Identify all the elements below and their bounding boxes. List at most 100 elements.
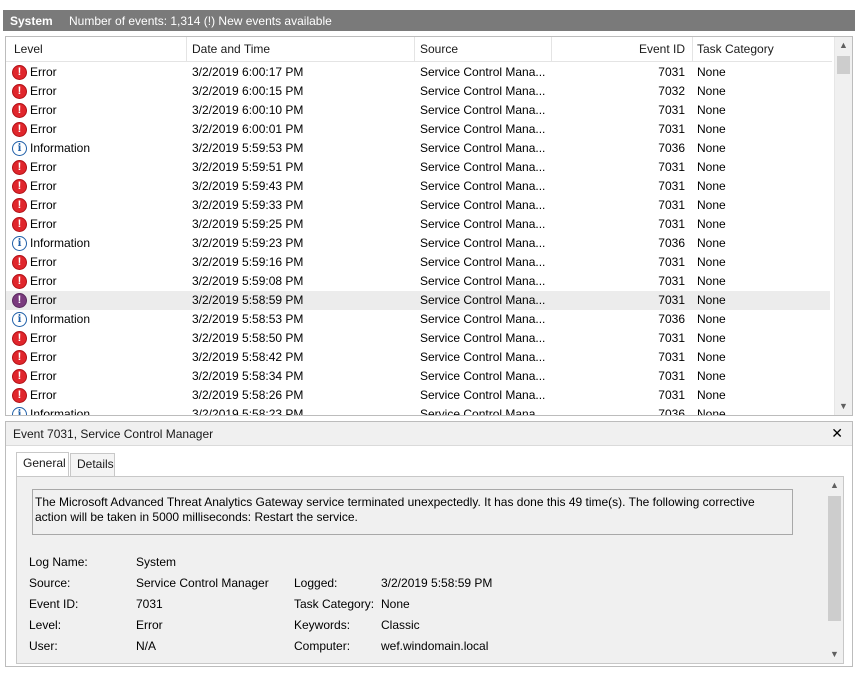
- user-label: User:: [29, 639, 58, 653]
- event-detail-header: Event 7031, Service Control Manager ✕: [6, 422, 852, 446]
- log-title: System: [10, 13, 53, 28]
- event-level-text: Error: [30, 84, 57, 98]
- event-row[interactable]: ! Error 3/2/2019 5:58:50 PM Service Control…: [6, 329, 830, 348]
- scrollbar-thumb[interactable]: [828, 496, 841, 621]
- column-header-level[interactable]: Level: [14, 37, 43, 62]
- event-level-text: Error: [30, 198, 57, 212]
- event-date-cell: 3/2/2019 5:59:33 PM: [192, 198, 304, 212]
- scroll-down-arrow-icon[interactable]: ▼: [835, 398, 852, 415]
- event-date-cell: 3/2/2019 5:58:50 PM: [192, 331, 304, 345]
- event-source-cell: Service Control Mana...: [420, 350, 546, 364]
- event-task-cell: None: [697, 65, 726, 79]
- scroll-up-arrow-icon[interactable]: ▲: [835, 37, 852, 54]
- column-header-event-id[interactable]: Event ID: [606, 37, 685, 62]
- event-row[interactable]: ! Error 3/2/2019 5:58:42 PM Service Control…: [6, 348, 830, 367]
- event-row[interactable]: ! Error 3/2/2019 6:00:15 PM Service Control…: [6, 82, 830, 101]
- event-row[interactable]: ! Error 3/2/2019 5:59:33 PM Service Control…: [6, 196, 830, 215]
- event-date-cell: 3/2/2019 6:00:17 PM: [192, 65, 304, 79]
- event-level-cell: ! Error: [12, 272, 182, 291]
- event-level-text: Error: [30, 255, 57, 269]
- column-header-source[interactable]: Source: [420, 37, 458, 62]
- keywords-label: Keywords:: [294, 618, 351, 632]
- event-row[interactable]: ! Error 3/2/2019 6:00:01 PM Service Control…: [6, 120, 830, 139]
- detail-scrollbar[interactable]: ▲ ▼: [826, 477, 843, 663]
- event-date-cell: 3/2/2019 5:59:53 PM: [192, 141, 304, 155]
- event-level-text: Error: [30, 103, 57, 117]
- scrollbar-thumb[interactable]: [837, 56, 850, 74]
- event-list-scrollbar[interactable]: ▲ ▼: [834, 37, 852, 415]
- column-divider[interactable]: [692, 37, 693, 62]
- error-circle-icon: !: [12, 65, 27, 80]
- event-row[interactable]: i Information 3/2/2019 5:58:53 PM Service C…: [6, 310, 830, 329]
- event-task-cell: None: [697, 84, 726, 98]
- event-level-text: Error: [30, 369, 57, 383]
- source-label: Source:: [29, 576, 71, 590]
- event-row[interactable]: ! Error 3/2/2019 5:59:16 PM Service Control…: [6, 253, 830, 272]
- column-divider[interactable]: [551, 37, 552, 62]
- log-header-bar: System Number of events: 1,314 (!) New e…: [3, 10, 855, 31]
- scroll-down-arrow-icon[interactable]: ▼: [826, 646, 843, 663]
- event-source-cell: Service Control Mana...: [420, 255, 546, 269]
- close-icon[interactable]: ✕: [831, 425, 843, 441]
- event-level-cell: ! Error: [12, 329, 182, 348]
- keywords-value: Classic: [381, 618, 420, 632]
- event-source-cell: Service Control Mana...: [420, 388, 546, 402]
- event-row[interactable]: ! Error 3/2/2019 5:59:25 PM Service Control…: [6, 215, 830, 234]
- event-row[interactable]: ! Error 3/2/2019 5:58:34 PM Service Control…: [6, 367, 830, 386]
- event-id-cell: 7031: [658, 160, 685, 174]
- event-list[interactable]: Level Date and Time Source Event ID Task…: [5, 36, 853, 416]
- event-level-text: Error: [30, 217, 57, 231]
- event-source-cell: Service Control Mana...: [420, 407, 546, 416]
- event-level-cell: ! Error: [12, 63, 182, 82]
- event-level-cell: ! Error: [12, 82, 182, 101]
- event-row[interactable]: ! Error 3/2/2019 6:00:17 PM Service Control…: [6, 63, 830, 82]
- event-row[interactable]: i Information 3/2/2019 5:59:53 PM Service C…: [6, 139, 830, 158]
- event-source-cell: Service Control Mana...: [420, 65, 546, 79]
- event-level-cell: ! Error: [12, 101, 182, 120]
- event-row[interactable]: i Information 3/2/2019 5:59:23 PM Service C…: [6, 234, 830, 253]
- event-date-cell: 3/2/2019 5:58:23 PM: [192, 407, 304, 416]
- level-label: Level:: [29, 618, 62, 632]
- event-task-cell: None: [697, 407, 726, 416]
- scroll-up-arrow-icon[interactable]: ▲: [826, 477, 843, 494]
- log-name-label: Log Name:: [29, 555, 88, 569]
- event-row[interactable]: ! Error 3/2/2019 5:59:43 PM Service Control…: [6, 177, 830, 196]
- info-circle-icon: i: [12, 236, 27, 251]
- event-row[interactable]: i Information 3/2/2019 5:58:23 PM Service C…: [6, 405, 830, 416]
- column-divider[interactable]: [414, 37, 415, 62]
- column-divider[interactable]: [186, 37, 187, 62]
- event-date-cell: 3/2/2019 6:00:15 PM: [192, 84, 304, 98]
- event-level-cell: ! Error: [12, 120, 182, 139]
- tab-details[interactable]: Details: [70, 453, 115, 476]
- error-circle-icon: !: [12, 350, 27, 365]
- event-row[interactable]: ! Error 3/2/2019 6:00:10 PM Service Control…: [6, 101, 830, 120]
- event-row[interactable]: ! Error 3/2/2019 5:59:51 PM Service Control…: [6, 158, 830, 177]
- event-list-header: Level Date and Time Source Event ID Task…: [6, 37, 832, 62]
- event-task-cell: None: [697, 274, 726, 288]
- event-source-cell: Service Control Mana...: [420, 122, 546, 136]
- event-date-cell: 3/2/2019 6:00:01 PM: [192, 122, 304, 136]
- event-source-cell: Service Control Mana...: [420, 141, 546, 155]
- event-level-cell: i Information: [12, 139, 182, 158]
- event-source-cell: Service Control Mana...: [420, 293, 546, 307]
- column-header-task-category[interactable]: Task Category: [697, 37, 774, 62]
- task-category-label: Task Category:: [294, 597, 375, 611]
- tab-general[interactable]: General: [16, 452, 69, 477]
- column-header-date[interactable]: Date and Time: [192, 37, 270, 62]
- error-circle-icon: !: [12, 198, 27, 213]
- event-level-text: Error: [30, 350, 57, 364]
- event-level-text: Error: [30, 122, 57, 136]
- event-description[interactable]: The Microsoft Advanced Threat Analytics …: [32, 489, 793, 535]
- event-row[interactable]: ! Error 3/2/2019 5:58:26 PM Service Control…: [6, 386, 830, 405]
- event-date-cell: 3/2/2019 5:58:59 PM: [192, 293, 304, 307]
- error-circle-icon: !: [12, 274, 27, 289]
- level-value: Error: [136, 618, 163, 632]
- event-row[interactable]: ! Error 3/2/2019 5:58:59 PM Service Control…: [6, 291, 830, 310]
- event-source-cell: Service Control Mana...: [420, 369, 546, 383]
- event-row[interactable]: ! Error 3/2/2019 5:59:08 PM Service Control…: [6, 272, 830, 291]
- event-level-cell: ! Error: [12, 215, 182, 234]
- event-level-cell: ! Error: [12, 158, 182, 177]
- event-level-cell: ! Error: [12, 196, 182, 215]
- event-level-text: Error: [30, 65, 57, 79]
- event-task-cell: None: [697, 255, 726, 269]
